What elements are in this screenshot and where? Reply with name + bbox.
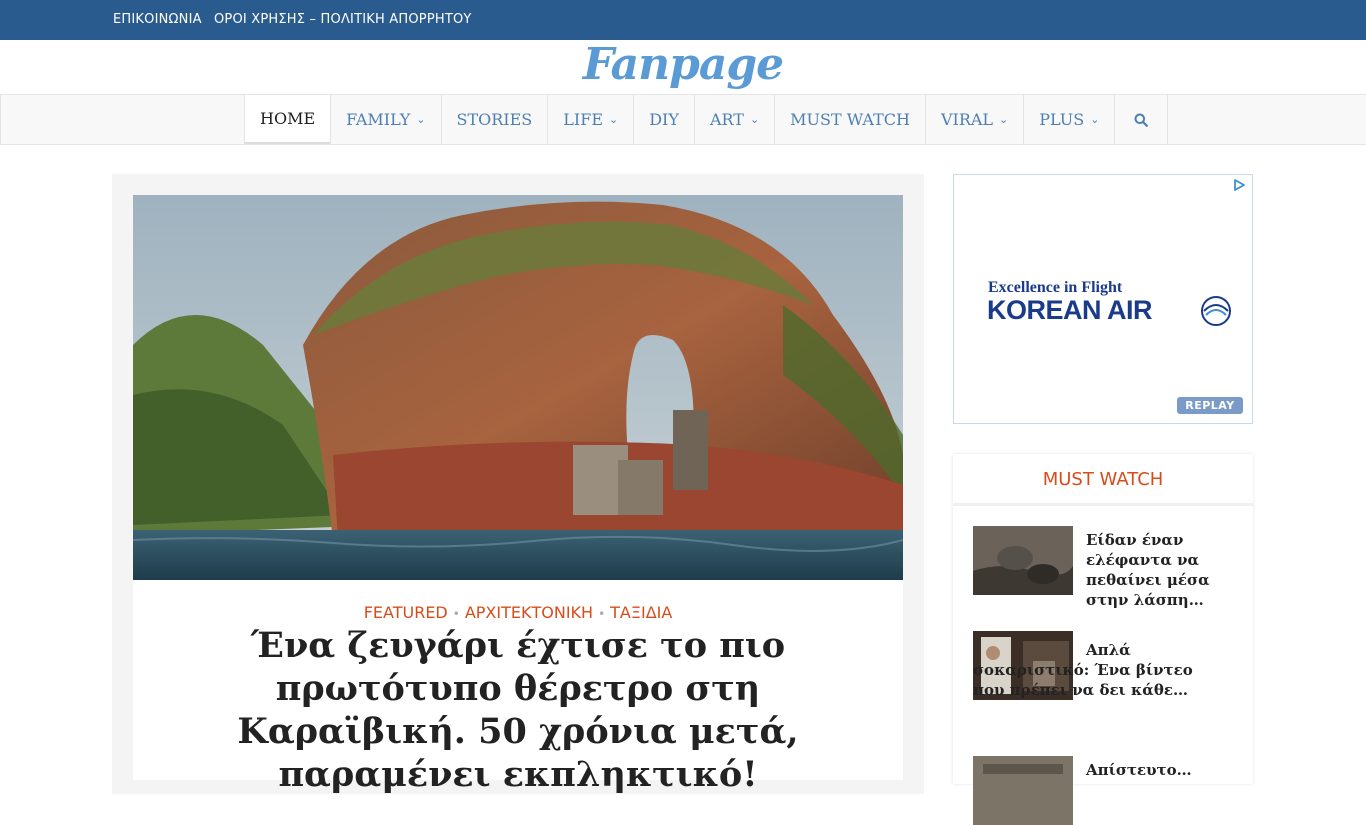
nav-item-label: LIFE: [563, 110, 603, 129]
chevron-down-icon: ⌄: [999, 113, 1009, 126]
nav-item-family[interactable]: FAMILY ⌄: [330, 95, 440, 144]
nav-item-must-watch[interactable]: MUST WATCH: [774, 95, 925, 144]
nav-item-label: VIRAL: [940, 110, 994, 129]
category-separator: •: [598, 607, 606, 621]
nav-item-label: HOME: [260, 109, 316, 128]
article-headline[interactable]: Ένα ζευγάρι έχτισε το πιο πρωτότυπο θέρε…: [180, 624, 856, 796]
chevron-down-icon: ⌄: [416, 113, 426, 126]
nav-item-art[interactable]: ART ⌄: [693, 95, 774, 144]
nav-item-label: MUST WATCH: [790, 110, 910, 129]
article-categories: FEATURED • ΑΡΧΙΤΕΚΤΟΝΙΚΗ • ΤΑΞΙΔΙΑ: [133, 603, 903, 622]
top-bar: ΕΠΙΚΟΙΝΩΝΙΑ ΟΡΟΙ ΧΡΗΣΗΣ – ΠΟΛΙΤΙΚΗ ΑΠΟΡΡ…: [0, 0, 1366, 40]
widget-post[interactable]: Είδαν έναν ελέφαντα να πεθαίνει μέσα στη…: [973, 526, 1233, 611]
nav-item-viral[interactable]: VIRAL ⌄: [924, 95, 1023, 144]
nav-menu: HOME FAMILY ⌄ STORIES LIFE ⌄ DIY ART ⌄ MUST…: [244, 95, 1169, 144]
nav-item-home[interactable]: HOME: [244, 95, 331, 144]
sidebar-ad[interactable]: Excellence in Flight KOREAN AIR REPLAY: [953, 174, 1253, 424]
nav-item-life[interactable]: LIFE ⌄: [547, 95, 633, 144]
nav-item-label: ART: [709, 110, 744, 129]
widget-title: MUST WATCH: [953, 454, 1253, 506]
post-thumbnail[interactable]: [973, 526, 1073, 595]
widget-post[interactable]: Απλά σοκαριστικό: Ένα βίντεο που πρέπει …: [973, 631, 1233, 736]
category-link[interactable]: ΑΡΧΙΤΕΚΤΟΝΙΚΗ: [465, 603, 593, 622]
search-icon[interactable]: [1114, 95, 1169, 144]
must-watch-widget: MUST WATCH Είδαν έναν ελέφαντα να πεθαίν…: [953, 454, 1253, 825]
nav-item-label: DIY: [649, 110, 679, 129]
category-separator: •: [452, 607, 460, 621]
post-thumbnail[interactable]: [973, 756, 1073, 825]
adchoices-icon[interactable]: [1232, 177, 1246, 196]
nav-item-stories[interactable]: STORIES: [440, 95, 548, 144]
site-logo[interactable]: Fanpage: [583, 40, 784, 90]
contact-link[interactable]: ΕΠΙΚΟΙΝΩΝΙΑ: [113, 12, 202, 27]
chevron-down-icon: ⌄: [1090, 113, 1100, 126]
post-title[interactable]: Απίστευτο…: [1086, 760, 1226, 780]
post-title[interactable]: Απλά σοκαριστικό: Ένα βίντεο που πρέπει …: [973, 640, 1228, 700]
airline-logo-icon: [1198, 293, 1234, 333]
chevron-down-icon: ⌄: [749, 113, 760, 126]
article-hero-image[interactable]: [133, 195, 903, 580]
ad-brand: KOREAN AIR: [987, 295, 1153, 325]
post-title[interactable]: Είδαν έναν ελέφαντα να πεθαίνει μέσα στη…: [1086, 530, 1226, 610]
chevron-down-icon: ⌄: [609, 113, 619, 126]
nav-item-diy[interactable]: DIY: [633, 95, 694, 144]
nav-item-label: PLUS: [1039, 110, 1085, 129]
nav-item-label: FAMILY: [346, 110, 411, 129]
site-header: Fanpage: [0, 40, 1366, 94]
category-link[interactable]: ΤΑΞΙΔΙΑ: [610, 603, 672, 622]
ad-replay-button[interactable]: REPLAY: [1177, 397, 1243, 414]
terms-privacy-link[interactable]: ΟΡΟΙ ΧΡΗΣΗΣ – ΠΟΛΙΤΙΚΗ ΑΠΟΡΡΗΤΟΥ: [214, 12, 472, 27]
nav-item-plus[interactable]: PLUS ⌄: [1023, 95, 1114, 144]
category-link[interactable]: FEATURED: [364, 603, 448, 622]
nav-item-label: STORIES: [456, 110, 533, 129]
widget-post[interactable]: Απίστευτο…: [973, 756, 1233, 825]
main-nav: HOME FAMILY ⌄ STORIES LIFE ⌄ DIY ART ⌄ MUST…: [0, 94, 1366, 145]
nav-divider: [0, 95, 1, 144]
